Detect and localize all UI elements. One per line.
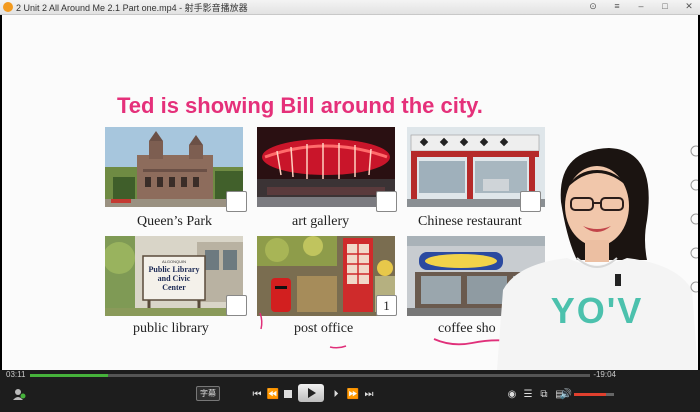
menu-icon[interactable]: ≡ <box>612 1 622 12</box>
next-frame-icon[interactable]: ⏵ <box>330 386 342 402</box>
play-button[interactable] <box>298 384 324 402</box>
volume-fill <box>574 393 606 396</box>
close-button[interactable]: ✕ <box>684 1 694 12</box>
subtitle-button[interactable]: 字幕 <box>196 386 220 401</box>
video-frame[interactable]: Ted is showing Bill around the city. Que… <box>2 15 698 370</box>
volume-icon[interactable]: 🔊 <box>560 386 572 402</box>
public-library-caption: public library <box>133 321 209 336</box>
lesson-heading: Ted is showing Bill around the city. <box>117 93 483 118</box>
side-toolbar <box>688 145 698 310</box>
seek-bar[interactable] <box>30 374 590 377</box>
user-icon[interactable] <box>12 386 28 402</box>
skip-forward-icon[interactable]: ⏭ <box>362 386 376 402</box>
player-controls: 03:11 -19:04 字幕 ⏮ ⏪ ⏵ ⏩ ⏭ ◉ ☰ ⧉ ▤ 🔊 <box>0 370 700 412</box>
minimize-button[interactable]: – <box>636 1 646 12</box>
dash-annotation <box>329 345 347 349</box>
maximize-button[interactable]: □ <box>660 1 670 12</box>
window-controls: ⊙ ≡ – □ ✕ <box>588 1 694 12</box>
art-gallery-image <box>257 127 395 207</box>
stop-icon[interactable] <box>282 386 294 402</box>
screenshot-icon[interactable]: ◉ <box>506 386 518 402</box>
fast-forward-icon[interactable]: ⏩ <box>346 386 360 402</box>
control-row: 字幕 ⏮ ⏪ ⏵ ⏩ ⏭ ◉ ☰ ⧉ ▤ 🔊 <box>0 384 700 408</box>
rewind-icon[interactable]: ⏪ <box>266 386 280 402</box>
window-mode-icon[interactable]: ⧉ <box>538 386 550 402</box>
queens-park-image <box>105 127 243 207</box>
library-sign-top: ALGONQUIN <box>162 259 186 264</box>
post-office-image <box>257 236 395 316</box>
shirt-print: YO'V <box>550 290 644 331</box>
public-library-checkbox <box>226 295 247 316</box>
post-office-caption: post office <box>294 321 354 336</box>
queens-park-caption: Queen’s Park <box>137 214 213 229</box>
elapsed-time: 03:11 <box>6 370 26 379</box>
art-gallery-caption: art gallery <box>292 214 350 229</box>
volume-slider[interactable] <box>574 393 614 396</box>
play-icon <box>308 388 316 398</box>
art-gallery-checkbox <box>376 191 397 212</box>
skip-back-icon[interactable]: ⏮ <box>250 386 264 402</box>
title-bar: 2 Unit 2 All Around Me 2.1 Part one.mp4 … <box>0 0 700 15</box>
playlist-icon[interactable]: ☰ <box>522 386 534 402</box>
remaining-time: -19:04 <box>593 370 616 379</box>
teacher-figure: YO'V <box>497 140 698 370</box>
public-library-image: ALGONQUIN Public Library and Civic Cente… <box>105 236 243 316</box>
window-title: 2 Unit 2 All Around Me 2.1 Part one.mp4 … <box>16 3 248 13</box>
queens-park-checkbox <box>226 191 247 212</box>
player-logo-icon <box>3 2 13 12</box>
pin-icon[interactable]: ⊙ <box>588 1 598 12</box>
seek-bar-fill <box>30 374 109 377</box>
library-sign: Public Library and Civic Center <box>148 265 200 292</box>
post-office-checkbox: 1 <box>376 295 397 316</box>
mark-annotation <box>259 312 263 330</box>
